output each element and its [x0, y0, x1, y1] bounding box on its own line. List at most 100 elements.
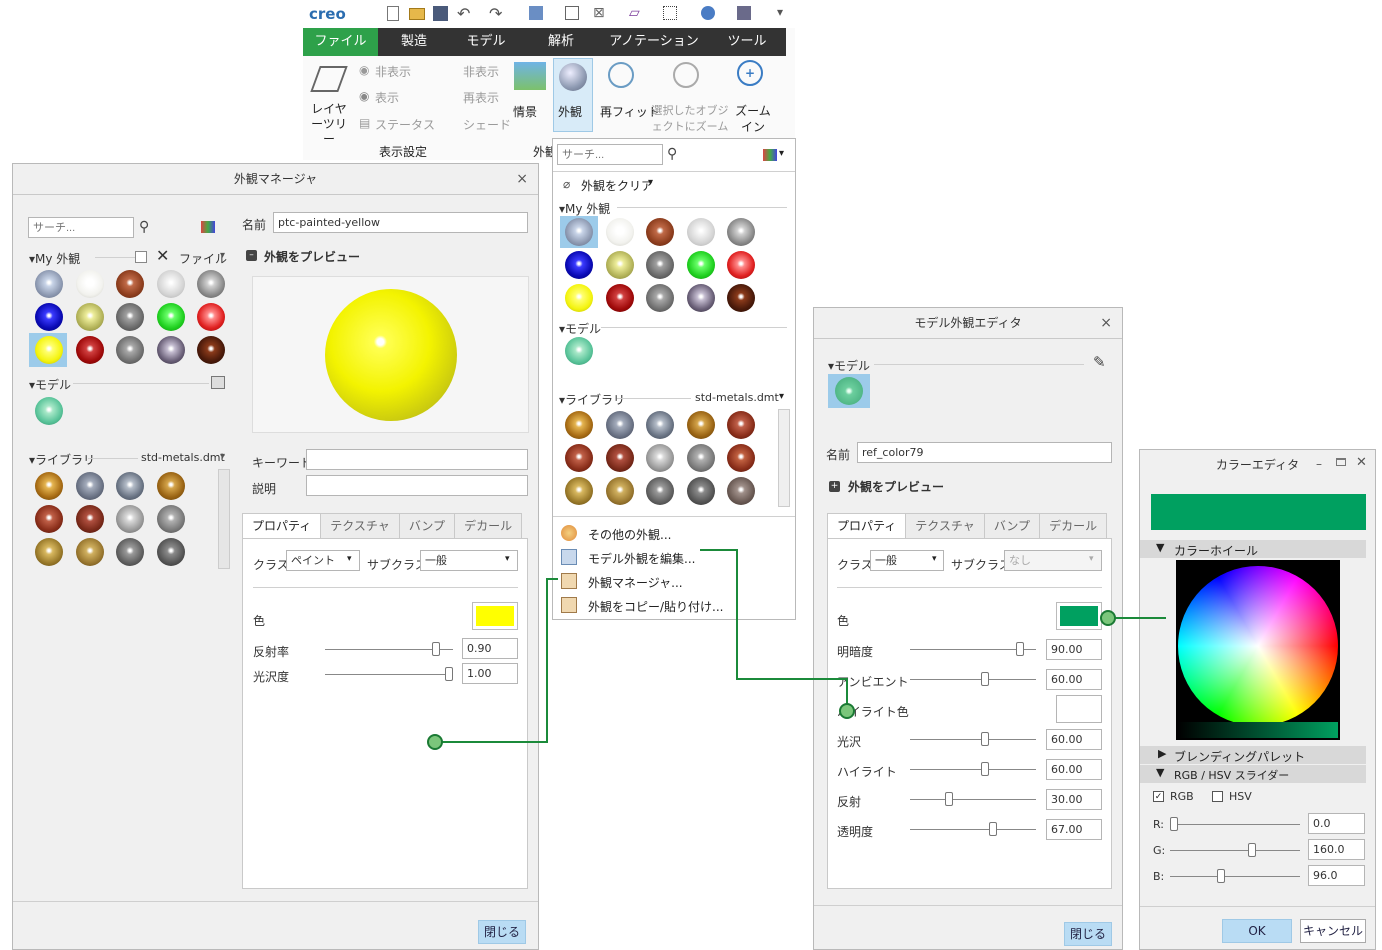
show-button[interactable]: 表示 — [375, 89, 399, 106]
mae-close-icon[interactable]: × — [1100, 308, 1112, 338]
gallery-appearance-swatch[interactable] — [686, 284, 715, 312]
am-library-file[interactable]: std-metals.dmt — [141, 451, 225, 464]
undo-icon[interactable]: ↶ — [457, 4, 470, 23]
chevron-down-icon[interactable]: ▾ — [779, 391, 784, 402]
color-wheel[interactable] — [1178, 566, 1338, 726]
gallery-library-swatch[interactable] — [686, 411, 715, 439]
mae-tab-texture[interactable]: テクスチャ — [905, 513, 985, 539]
chevron-down-icon[interactable]: ▾ — [779, 148, 784, 159]
save-icon[interactable] — [433, 6, 448, 21]
library-swatch[interactable] — [35, 538, 63, 566]
palette-view-icon[interactable] — [201, 221, 215, 233]
appearance-swatch[interactable] — [116, 336, 144, 364]
gallery-appearance-swatch[interactable] — [565, 218, 593, 246]
mae-model-header[interactable]: ▾モデル — [828, 357, 870, 374]
gallery-library-swatch[interactable] — [605, 411, 634, 439]
open-folder-icon[interactable] — [409, 8, 425, 20]
tab-manufacturing[interactable]: 製造 — [378, 28, 450, 56]
library-swatch[interactable] — [116, 538, 144, 566]
gallery-library-swatch[interactable] — [727, 477, 755, 505]
mae-color-swatch[interactable] — [1056, 602, 1102, 630]
gallery-library-header[interactable]: ▾ライブラリ — [559, 391, 625, 408]
options-icon[interactable] — [737, 6, 751, 20]
gallery-appearance-swatch[interactable] — [605, 218, 634, 246]
am-gloss-slider-thumb[interactable] — [445, 667, 453, 681]
layer-tree-button[interactable]: レイヤーツリー — [307, 62, 351, 146]
mae-subclass-select[interactable]: なし — [1004, 550, 1102, 571]
gallery-appearance-swatch[interactable] — [686, 218, 715, 246]
appearance-button[interactable]: 外観 — [553, 58, 593, 132]
tab-file[interactable]: ファイル — [303, 28, 378, 56]
palette-view-icon[interactable] — [763, 149, 777, 161]
copy-paste-appearance-item[interactable]: 外観をコピー/貼り付け... — [588, 598, 724, 615]
gallery-library-swatch[interactable] — [605, 477, 634, 505]
am-subclass-select[interactable]: 一般 — [420, 550, 518, 571]
gallery-library-swatch[interactable] — [727, 411, 755, 439]
regenerate-icon[interactable] — [529, 6, 543, 20]
search-icon[interactable]: ⚲ — [667, 146, 677, 162]
sketch-icon[interactable]: ▱ — [629, 5, 640, 21]
library-swatch[interactable] — [75, 538, 104, 566]
save-model-icon[interactable] — [211, 376, 225, 389]
gallery-appearance-swatch[interactable] — [565, 284, 593, 312]
mae-tab-decal[interactable]: デカール — [1039, 513, 1108, 539]
mae-prop-value[interactable]: 90.00 — [1046, 639, 1102, 660]
gallery-my-appearance-header[interactable]: ▾My 外観 — [559, 200, 610, 217]
mae-preview-toggle-icon[interactable]: + — [829, 481, 840, 492]
new-appearance-icon[interactable] — [135, 251, 147, 263]
hide-button[interactable]: 非表示 — [375, 63, 411, 80]
gallery-library-swatch[interactable] — [686, 444, 715, 472]
hsv-checkbox[interactable] — [1212, 791, 1223, 802]
mae-prop-value[interactable]: 60.00 — [1046, 759, 1102, 780]
tab-model[interactable]: モデル — [450, 28, 522, 56]
appearance-swatch[interactable] — [35, 336, 63, 364]
am-close-icon[interactable]: × — [516, 164, 528, 194]
chevron-down-icon[interactable]: ▾ — [220, 451, 225, 462]
mae-preview-header[interactable]: 外観をプレビュー — [848, 478, 944, 495]
g-slider-thumb[interactable] — [1248, 843, 1256, 857]
mae-name-field[interactable]: ref_color79 — [857, 442, 1112, 463]
library-swatch[interactable] — [75, 472, 104, 500]
mae-tab-properties[interactable]: プロパティ — [827, 513, 907, 539]
am-tab-bump[interactable]: バンプ — [398, 513, 456, 539]
ce-rgb-header[interactable]: ▼ RGB / HSV スライダー — [1140, 765, 1366, 783]
ce-wheel-header[interactable]: ▼ カラーホイール — [1140, 540, 1366, 558]
scene-button[interactable]: 情景 — [513, 103, 537, 120]
gallery-appearance-swatch[interactable] — [727, 284, 755, 312]
am-reflect-value[interactable]: 0.90 — [462, 638, 518, 659]
gallery-appearance-swatch[interactable] — [605, 284, 634, 312]
highlight-color-swatch[interactable] — [1056, 695, 1102, 723]
library-swatch[interactable] — [35, 472, 63, 500]
gallery-library-swatch[interactable] — [565, 477, 593, 505]
gallery-library-swatch[interactable] — [686, 477, 715, 505]
gallery-model-header[interactable]: ▾モデル — [559, 320, 601, 337]
am-preview-toggle-icon[interactable]: – — [246, 250, 257, 261]
appearance-swatch[interactable] — [197, 270, 225, 298]
zoom-in-button[interactable]: ズームイン — [731, 103, 775, 135]
gallery-appearance-swatch[interactable] — [727, 251, 755, 279]
r-slider-thumb[interactable] — [1170, 817, 1178, 831]
rgb-checkbox[interactable]: ✓ — [1153, 791, 1164, 802]
am-preview-header[interactable]: 外観をプレビュー — [264, 248, 360, 265]
am-tab-texture[interactable]: テクスチャ — [320, 513, 400, 539]
mae-tab-bump[interactable]: バンプ — [983, 513, 1041, 539]
gallery-appearance-swatch[interactable] — [646, 284, 674, 312]
minimize-icon[interactable]: – — [1316, 457, 1322, 471]
gallery-appearance-swatch[interactable] — [605, 251, 634, 279]
am-gloss-value[interactable]: 1.00 — [462, 663, 518, 684]
gallery-library-file[interactable]: std-metals.dmt — [695, 391, 779, 404]
new-file-icon[interactable] — [387, 6, 399, 21]
tab-analysis[interactable]: 解析 — [522, 28, 600, 56]
am-model-header[interactable]: ▾モデル — [29, 376, 71, 393]
mae-prop-slider-thumb[interactable] — [980, 732, 989, 746]
hide2-button[interactable]: 非表示 — [463, 63, 499, 80]
cancel-button[interactable]: キャンセル — [1300, 919, 1366, 943]
library-swatch[interactable] — [75, 505, 104, 533]
mae-prop-slider-thumb[interactable] — [980, 672, 989, 686]
edit-model-appearance-item[interactable]: モデル外観を編集... — [588, 550, 695, 567]
appearance-swatch[interactable] — [75, 336, 104, 364]
b-slider-thumb[interactable] — [1217, 869, 1225, 883]
grid-icon[interactable] — [663, 6, 677, 20]
shade-button[interactable]: シェード — [463, 116, 511, 133]
gallery-appearance-swatch[interactable] — [646, 218, 674, 246]
